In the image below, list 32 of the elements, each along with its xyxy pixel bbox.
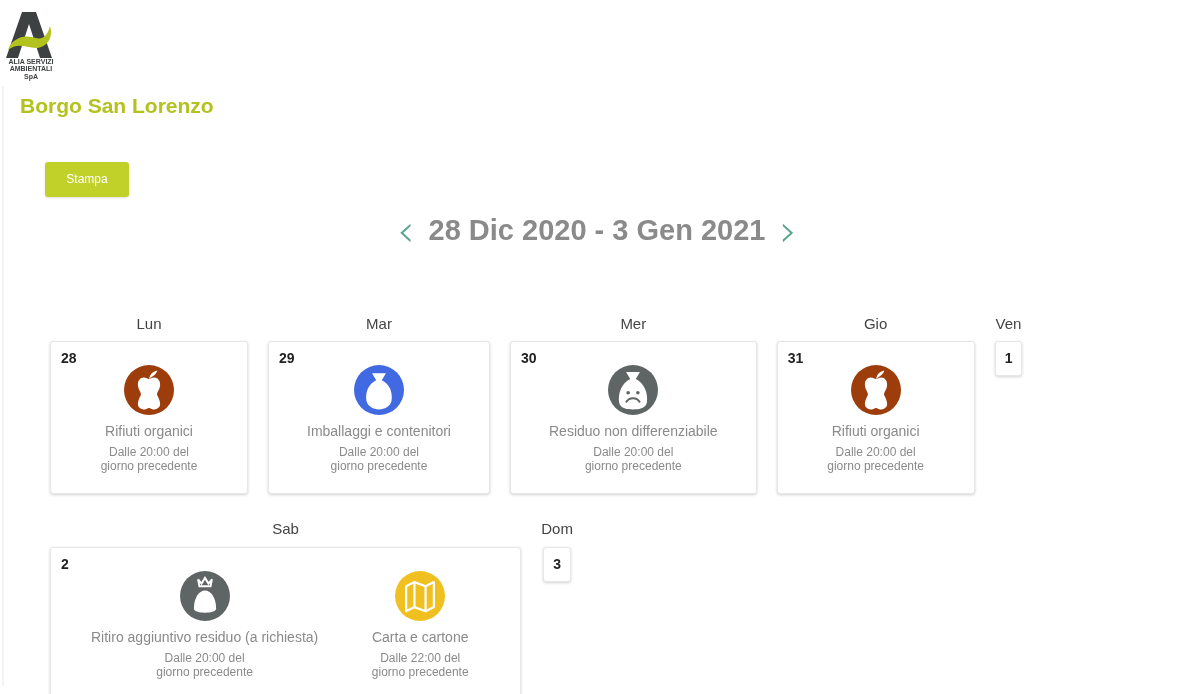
waste-type: Rifiuti organici bbox=[105, 422, 193, 441]
next-week-button[interactable]: › bbox=[779, 208, 798, 253]
waste-type: Rifiuti organici bbox=[831, 422, 920, 441]
collection-time: Dalle 20:00 del giorno precedente bbox=[583, 445, 683, 473]
collection-time: Dalle 22:00 del giorno precedente bbox=[370, 650, 470, 679]
day-number: 3 bbox=[553, 554, 561, 574]
weekday-label: Ven bbox=[994, 313, 1023, 334]
logo-mark-icon bbox=[6, 12, 54, 58]
day-number: 31 bbox=[786, 349, 805, 368]
waste-type: Carta e cartone bbox=[371, 627, 469, 647]
previous-week-button[interactable]: ‹ bbox=[396, 208, 415, 253]
collection-time: Dalle 20:00 del giorno precedente bbox=[826, 445, 925, 473]
weekday-label: Sab bbox=[271, 519, 300, 539]
print-button[interactable]: Stampa bbox=[45, 161, 129, 197]
week-range: 28 Dic 2020 - 3 Gen 2021 bbox=[428, 212, 766, 248]
collection-time: Dalle 20:00 del giorno precedente bbox=[99, 445, 199, 473]
waste-type: Residuo non differenziabile bbox=[549, 422, 718, 441]
weekday-label: Dom bbox=[541, 519, 573, 539]
day-number: 2 bbox=[60, 554, 70, 574]
day-number: 29 bbox=[278, 349, 296, 368]
weekday-label: Mar bbox=[365, 313, 393, 334]
weekday-label: Lun bbox=[135, 313, 163, 334]
day-number: 30 bbox=[520, 349, 538, 368]
waste-type: Imballaggi e contenitori bbox=[307, 422, 451, 441]
weekday-label: Gio bbox=[862, 313, 889, 334]
collection-time: Dalle 20:00 del giorno precedente bbox=[329, 445, 429, 473]
collection-time: Dalle 20:00 del giorno precedente bbox=[155, 650, 254, 679]
day-number: 28 bbox=[60, 349, 78, 368]
page-title: Borgo San Lorenzo bbox=[20, 93, 215, 119]
day-number: 1 bbox=[1004, 349, 1013, 368]
waste-type: Ritiro aggiuntivo residuo (a richiesta) bbox=[91, 627, 319, 647]
weekday-label: Mer bbox=[619, 313, 648, 334]
